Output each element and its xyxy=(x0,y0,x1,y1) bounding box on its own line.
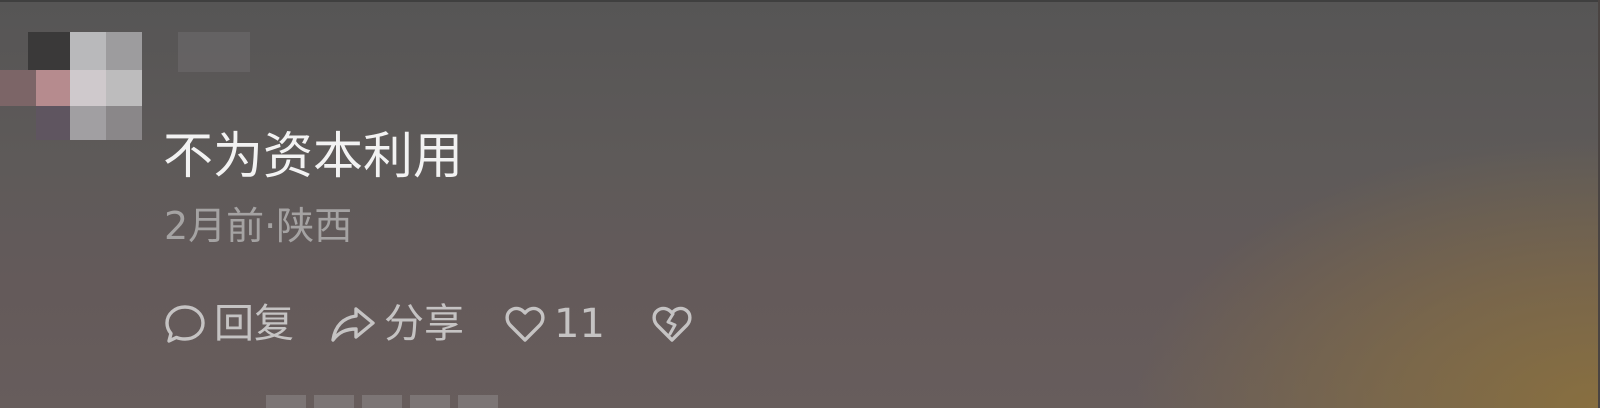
preview-glyph xyxy=(362,395,402,408)
preview-glyph xyxy=(314,395,354,408)
avatar-pixel xyxy=(36,106,70,140)
next-reply-preview xyxy=(266,394,516,408)
avatar-pixel xyxy=(0,70,36,106)
preview-glyph xyxy=(410,395,450,408)
preview-glyph xyxy=(266,395,306,408)
avatar-pixel xyxy=(106,106,142,140)
top-edge xyxy=(0,0,1600,2)
preview-glyph xyxy=(458,395,498,408)
comment-text: 不为资本利用 xyxy=(163,127,463,185)
avatar-pixel xyxy=(106,32,142,70)
comment-actions: 回复 分享 11 xyxy=(162,296,695,352)
avatar-pixel xyxy=(70,106,106,140)
dislike-button[interactable] xyxy=(649,301,695,347)
reply-label: 回复 xyxy=(214,301,294,347)
avatar-pixel xyxy=(36,70,70,106)
reply-button[interactable]: 回复 xyxy=(162,296,294,352)
comment-bubble-icon xyxy=(162,301,208,347)
avatar[interactable] xyxy=(0,18,150,148)
avatar-pixel xyxy=(28,32,70,70)
like-count: 11 xyxy=(554,301,605,347)
username-blurred[interactable] xyxy=(178,32,250,72)
broken-heart-icon xyxy=(649,301,695,347)
share-label: 分享 xyxy=(384,301,464,347)
avatar-pixel xyxy=(70,70,106,106)
avatar-pixel xyxy=(106,70,142,106)
comment-meta: 2月前·陕西 xyxy=(164,204,353,248)
share-arrow-icon xyxy=(328,301,378,347)
avatar-pixel xyxy=(70,32,106,70)
like-button[interactable]: 11 xyxy=(502,296,605,352)
share-button[interactable]: 分享 xyxy=(328,296,464,352)
heart-outline-icon xyxy=(502,301,548,347)
